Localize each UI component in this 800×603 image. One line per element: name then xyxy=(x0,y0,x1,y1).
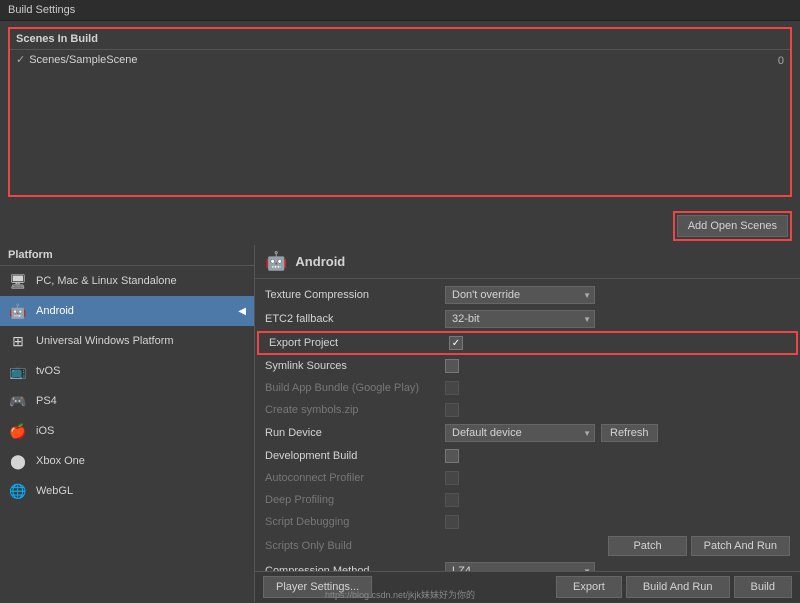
compression-method-row: Compression Method LZ4 xyxy=(255,559,800,571)
add-open-scenes-button[interactable]: Add Open Scenes xyxy=(677,215,788,237)
build-run-button[interactable]: Build And Run xyxy=(626,576,730,598)
autoconnect-profiler-row: Autoconnect Profiler xyxy=(255,467,800,489)
scenes-section: Scenes In Build ✓ Scenes/SampleScene 0 xyxy=(8,27,792,197)
create-symbols-zip-checkbox xyxy=(445,403,459,417)
run-device-label: Run Device xyxy=(265,427,445,439)
run-device-select-wrapper[interactable]: Default device xyxy=(445,424,595,442)
scene-item: ✓ Scenes/SampleScene xyxy=(10,50,790,69)
development-build-checkbox[interactable] xyxy=(445,449,459,463)
platform-label-ios: iOS xyxy=(36,425,54,437)
build-app-bundle-label: Build App Bundle (Google Play) xyxy=(265,382,445,394)
export-project-row: Export Project xyxy=(257,331,798,355)
development-build-label: Development Build xyxy=(265,450,445,462)
deep-profiling-row: Deep Profiling xyxy=(255,489,800,511)
create-symbols-zip-row: Create symbols.zip xyxy=(255,399,800,421)
platform-item-ps4[interactable]: 🎮 PS4 xyxy=(0,386,254,416)
create-symbols-zip-label: Create symbols.zip xyxy=(265,404,445,416)
platform-item-xbox[interactable]: ⬤ Xbox One xyxy=(0,446,254,476)
symlink-sources-row: Symlink Sources xyxy=(255,355,800,377)
android-header-icon: 🤖 xyxy=(265,251,287,272)
settings-panel: 🤖 Android Texture Compression Don't over… xyxy=(255,245,800,602)
xbox-icon: ⬤ xyxy=(8,451,28,471)
deep-profiling-checkbox xyxy=(445,493,459,507)
build-buttons: Export Build And Run Build xyxy=(556,576,792,598)
platform-item-ios[interactable]: 🍎 iOS xyxy=(0,416,254,446)
patch-and-run-button[interactable]: Patch And Run xyxy=(691,536,790,556)
pc-icon: 🖥 xyxy=(8,271,28,291)
export-project-label: Export Project xyxy=(269,337,449,349)
export-project-checkbox[interactable] xyxy=(449,336,463,350)
tvos-icon: 📺 xyxy=(8,361,28,381)
platform-label-xbox: Xbox One xyxy=(36,455,85,467)
compression-method-select[interactable]: LZ4 xyxy=(445,562,595,571)
patch-button[interactable]: Patch xyxy=(608,536,686,556)
scene-name: Scenes/SampleScene xyxy=(29,54,137,66)
etc2-fallback-label: ETC2 fallback xyxy=(265,313,445,325)
add-open-scenes-wrapper: Add Open Scenes xyxy=(673,211,792,241)
script-debugging-checkbox xyxy=(445,515,459,529)
symlink-sources-label: Symlink Sources xyxy=(265,360,445,372)
etc2-fallback-select[interactable]: 32-bit xyxy=(445,310,595,328)
build-app-bundle-checkbox xyxy=(445,381,459,395)
ps4-icon: 🎮 xyxy=(8,391,28,411)
platform-item-webgl[interactable]: 🌐 WebGL xyxy=(0,476,254,506)
deep-profiling-label: Deep Profiling xyxy=(265,494,445,506)
android-active-arrow: ◀ xyxy=(238,306,246,317)
script-debugging-row: Script Debugging xyxy=(255,511,800,533)
android-icon: 🤖 xyxy=(8,301,28,321)
platform-label-webgl: WebGL xyxy=(36,485,73,497)
android-header: 🤖 Android xyxy=(255,245,800,279)
settings-content: Texture Compression Don't override ETC2 … xyxy=(255,279,800,571)
build-app-bundle-row: Build App Bundle (Google Play) xyxy=(255,377,800,399)
script-debugging-label: Script Debugging xyxy=(265,516,445,528)
symlink-sources-checkbox[interactable] xyxy=(445,359,459,373)
platform-label-ps4: PS4 xyxy=(36,395,57,407)
run-device-row: Run Device Default device Refresh xyxy=(255,421,800,445)
platform-item-pc[interactable]: 🖥 PC, Mac & Linux Standalone xyxy=(0,266,254,296)
etc2-fallback-row: ETC2 fallback 32-bit xyxy=(255,307,800,331)
scene-index: 0 xyxy=(778,55,784,67)
webgl-icon: 🌐 xyxy=(8,481,28,501)
platform-label-android: Android xyxy=(36,305,74,317)
uwp-icon: ⊞ xyxy=(8,331,28,351)
texture-compression-select-wrapper[interactable]: Don't override xyxy=(445,286,595,304)
ios-icon: 🍎 xyxy=(8,421,28,441)
run-device-select[interactable]: Default device xyxy=(445,424,595,442)
etc2-fallback-select-wrapper[interactable]: 32-bit xyxy=(445,310,595,328)
platform-item-android[interactable]: 🤖 Android ◀ xyxy=(0,296,254,326)
platform-list: 🖥 PC, Mac & Linux Standalone 🤖 Android ◀… xyxy=(0,266,254,602)
scripts-only-build-row: Scripts Only Build Patch Patch And Run xyxy=(255,533,800,559)
development-build-row: Development Build xyxy=(255,445,800,467)
platform-item-uwp[interactable]: ⊞ Universal Windows Platform xyxy=(0,326,254,356)
platform-panel: Platform 🖥 PC, Mac & Linux Standalone 🤖 … xyxy=(0,245,255,602)
refresh-button[interactable]: Refresh xyxy=(601,424,658,442)
watermark: https://blog.csdn.net/jkjk妹妹好为你的 xyxy=(325,588,475,601)
scenes-header: Scenes In Build xyxy=(10,29,790,50)
android-header-label: Android xyxy=(295,254,345,269)
platform-header: Platform xyxy=(0,245,254,266)
platform-label-uwp: Universal Windows Platform xyxy=(36,335,174,347)
texture-compression-label: Texture Compression xyxy=(265,289,445,301)
autoconnect-profiler-label: Autoconnect Profiler xyxy=(265,472,445,484)
platform-label-tvos: tvOS xyxy=(36,365,60,377)
texture-compression-select[interactable]: Don't override xyxy=(445,286,595,304)
scene-check-icon: ✓ xyxy=(16,53,25,66)
export-button[interactable]: Export xyxy=(556,576,622,598)
platform-item-tvos[interactable]: 📺 tvOS xyxy=(0,356,254,386)
texture-compression-row: Texture Compression Don't override xyxy=(255,283,800,307)
scripts-only-build-label: Scripts Only Build xyxy=(265,540,445,552)
compression-method-select-wrapper[interactable]: LZ4 xyxy=(445,562,595,571)
title-bar: Build Settings xyxy=(0,0,800,21)
build-button[interactable]: Build xyxy=(734,576,792,598)
autoconnect-profiler-checkbox xyxy=(445,471,459,485)
window-title: Build Settings xyxy=(8,4,75,16)
add-open-scenes-area: Add Open Scenes xyxy=(0,207,800,245)
platform-label-pc: PC, Mac & Linux Standalone xyxy=(36,275,177,287)
